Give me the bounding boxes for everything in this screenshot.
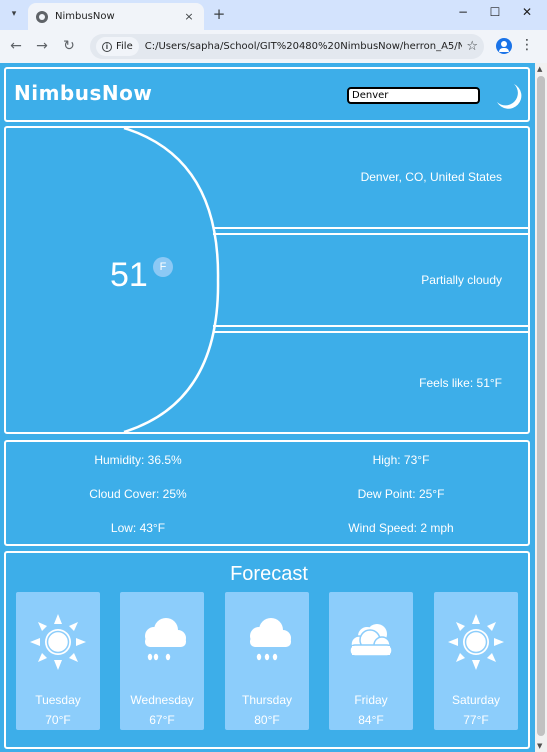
app-header: NimbusNow — [4, 67, 530, 122]
sun-icon — [30, 614, 86, 670]
feels-like-label: Feels like: 51°F — [419, 376, 502, 390]
location-label: Denver, CO, United States — [360, 170, 502, 184]
cloud-icon — [349, 624, 393, 657]
profile-avatar-icon[interactable] — [496, 38, 512, 54]
tab-title: NimbusNow — [55, 11, 115, 22]
brand-logo: NimbusNow — [14, 81, 153, 105]
rain-cloud-icon — [145, 618, 186, 661]
vertical-scrollbar[interactable]: ▲ ▼ — [535, 63, 547, 752]
high-value: High: 73°F — [372, 453, 430, 467]
reload-button[interactable]: ↻ — [61, 38, 77, 54]
condition-label: Partially cloudy — [421, 273, 502, 287]
forecast-card: Wednesday 67°F — [120, 592, 204, 730]
forecast-temp: 77°F — [463, 713, 489, 727]
browser-menu-button[interactable]: ⋮ — [520, 37, 534, 53]
info-icon: i — [102, 41, 112, 52]
current-conditions-panel: 51 F Denver, CO, United States Partially… — [4, 126, 530, 434]
forecast-card: Thursday 80°F — [225, 592, 309, 730]
scroll-down-arrow-icon[interactable]: ▼ — [537, 742, 542, 750]
new-tab-button[interactable]: + — [211, 5, 227, 23]
low-value: Low: 43°F — [110, 521, 166, 535]
forecast-temp: 70°F — [45, 713, 71, 727]
tab-search-button[interactable]: ▾ — [4, 4, 24, 24]
forecast-temp: 84°F — [358, 713, 384, 727]
tab-close-button[interactable]: × — [182, 10, 196, 23]
close-window-button[interactable]: ✕ — [519, 5, 535, 19]
forward-button[interactable]: → — [34, 38, 50, 54]
city-search-input[interactable] — [347, 87, 480, 104]
rain-cloud-icon — [250, 618, 291, 661]
back-button[interactable]: ← — [8, 38, 24, 54]
forecast-panel: Forecast Tuesday 70°F Wednesday 67°F Thu… — [4, 551, 530, 749]
forecast-day: Wednesday — [130, 693, 194, 707]
unit-toggle-button[interactable]: F — [153, 257, 173, 277]
address-bar[interactable]: i File C:/Users/sapha/School/GIT%20480%2… — [90, 34, 484, 59]
sun-icon — [448, 614, 504, 670]
site-label: File — [116, 41, 133, 52]
forecast-day: Saturday — [451, 693, 501, 707]
url-text[interactable]: C:/Users/sapha/School/GIT%20480%20Nimbus… — [145, 41, 463, 52]
browser-toolbar: ← → ↻ i File C:/Users/sapha/School/GIT%2… — [0, 30, 547, 63]
forecast-day: Thursday — [241, 693, 293, 707]
weather-details-panel: Humidity: 36.5% High: 73°F Cloud Cover: … — [4, 440, 530, 546]
maximize-button[interactable]: ☐ — [487, 5, 503, 19]
forecast-card: Friday 84°F — [329, 592, 413, 730]
browser-tab[interactable]: NimbusNow × — [28, 3, 204, 30]
forecast-temp: 80°F — [254, 713, 280, 727]
dew-point-value: Dew Point: 25°F — [357, 487, 445, 501]
page-viewport: NimbusNow 51 F Denver, CO, United States… — [0, 63, 547, 752]
minimize-button[interactable]: − — [455, 5, 471, 19]
forecast-temp: 67°F — [149, 713, 175, 727]
scroll-up-arrow-icon[interactable]: ▲ — [537, 65, 542, 73]
bookmark-star-icon[interactable]: ☆ — [466, 39, 478, 54]
cloud-cover-value: Cloud Cover: 25% — [89, 487, 187, 501]
browser-tab-bar: ▾ NimbusNow × + − ☐ ✕ — [0, 0, 547, 30]
humidity-value: Humidity: 36.5% — [94, 453, 182, 467]
forecast-day: Tuesday — [35, 693, 81, 707]
globe-icon — [36, 10, 48, 23]
wind-speed-value: Wind Speed: 2 mph — [348, 521, 454, 535]
scrollbar-thumb[interactable] — [537, 76, 545, 736]
site-info-button[interactable]: i File — [96, 37, 139, 56]
forecast-card: Tuesday 70°F — [16, 592, 100, 730]
moon-icon[interactable] — [494, 82, 524, 112]
forecast-card: Saturday 77°F — [434, 592, 518, 730]
forecast-title: Forecast — [230, 563, 308, 585]
current-temperature: 51 — [110, 256, 148, 294]
forecast-day: Friday — [354, 693, 388, 707]
